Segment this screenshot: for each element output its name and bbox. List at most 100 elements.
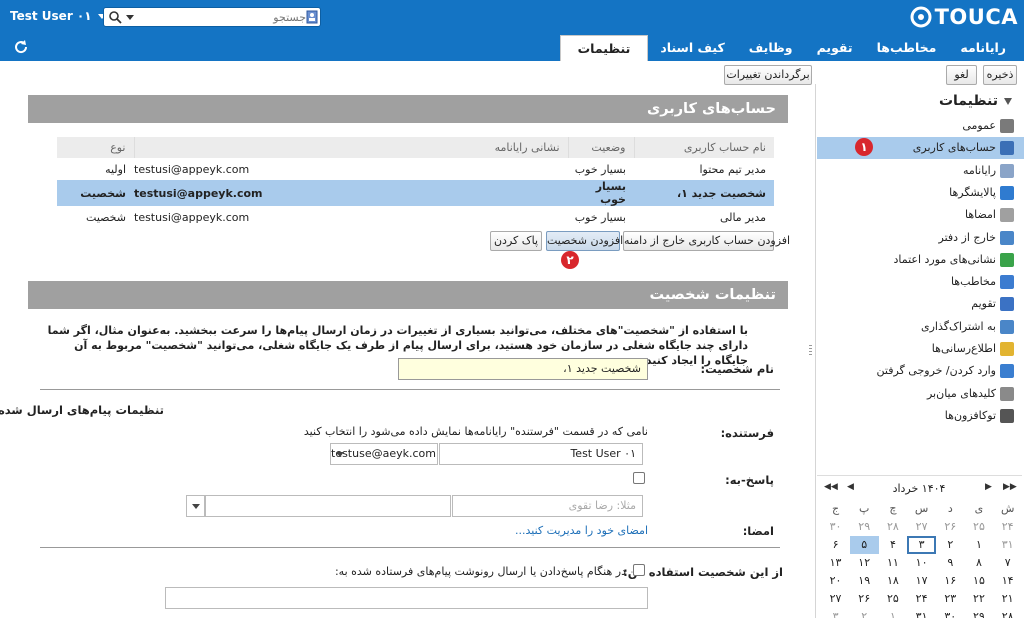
calendar-day[interactable]: ۱۷ (907, 572, 936, 590)
calendar-day[interactable]: ۱ (965, 536, 994, 554)
col-header-email[interactable]: نشانی رایانامه (133, 137, 568, 158)
calendar-day[interactable]: ۱ (879, 608, 908, 618)
calendar-day[interactable]: ۳۱ (907, 608, 936, 618)
calendar-day[interactable]: ۲۸ (879, 518, 908, 536)
use-persona-checkbox[interactable] (633, 564, 645, 576)
sidebar-item-13[interactable]: توکافزون‌ها (817, 405, 1024, 427)
sidebar-item-5[interactable]: خارج از دفتر (817, 227, 1024, 249)
next-year-icon[interactable]: ▶▶ (1003, 482, 1017, 492)
from-email-select[interactable]: testuse@aeyk.com (330, 443, 438, 465)
chevron-down-icon[interactable] (192, 504, 200, 509)
sidebar-item-3[interactable]: پالایشگرها (817, 182, 1024, 204)
col-header-type[interactable]: نوع (57, 137, 134, 158)
persona-name-field[interactable]: شخصیت جدید ۱، (398, 358, 648, 380)
calendar-day[interactable]: ۲۵ (879, 590, 908, 608)
calendar-day[interactable]: ۲ (936, 536, 965, 554)
calendar-day[interactable]: ۲۹ (850, 518, 879, 536)
sidebar-item-8[interactable]: تقویم (817, 293, 1024, 315)
manage-signature-link[interactable]: امضای خود را مدیریت کنید... (515, 524, 648, 537)
sidebar-item-9[interactable]: به اشتراک‌گذاری (817, 316, 1024, 338)
calendar-day[interactable]: ۲۳ (936, 590, 965, 608)
add-persona-button[interactable]: افزودن شخصیت (546, 231, 623, 251)
user-menu[interactable]: Test User ۰۱ (10, 9, 106, 23)
sidebar-item-1[interactable]: حساب‌های کاربری (817, 137, 1024, 160)
calendar-day[interactable]: ۲۴ (993, 518, 1022, 536)
tab-1[interactable]: مخاطب‌ها (865, 34, 949, 61)
revert-changes-button[interactable]: برگرداندن تغییرات (724, 65, 812, 85)
save-button[interactable]: ذخیره (983, 65, 1017, 85)
sidebar-item-4[interactable]: امضاها (817, 204, 1024, 226)
refresh-icon[interactable] (13, 39, 29, 55)
calendar-day[interactable]: ۱۲ (850, 554, 879, 572)
calendar-day[interactable]: ۶ (821, 536, 850, 554)
calendar-day[interactable]: ۱۱ (879, 554, 908, 572)
calendar-day[interactable]: ۱۳ (821, 554, 850, 572)
calendar-day[interactable]: ۸ (965, 554, 994, 572)
sidebar-item-12[interactable]: کلیدهای میان‌بر (817, 383, 1024, 405)
calendar-day[interactable]: ۲۶ (850, 590, 879, 608)
tab-2[interactable]: تقویم (805, 34, 865, 61)
table-row[interactable]: شخصیت جدید ۱، بسیار خوب testusi@appeyk.com… (57, 180, 774, 206)
sidebar-item-6[interactable]: نشانی‌های مورد اعتماد (817, 249, 1024, 271)
search-input[interactable] (138, 9, 306, 25)
calendar-day[interactable]: ۱۰ (907, 554, 936, 572)
splitter-handle[interactable] (809, 345, 812, 359)
reply-to-checkbox[interactable] (633, 472, 645, 484)
sidebar-item-10[interactable]: اطلاع‌رسانی‌ها (817, 338, 1024, 360)
calendar-day[interactable]: ۱۵ (965, 572, 994, 590)
search-type-icon[interactable] (306, 10, 318, 24)
calendar-day[interactable]: ۲ (850, 608, 879, 618)
calendar-day[interactable]: ۷ (993, 554, 1022, 572)
calendar-day[interactable]: ۲۴ (907, 590, 936, 608)
calendar-day[interactable]: ۲۷ (821, 590, 850, 608)
sidebar-item-7[interactable]: مخاطب‌ها (817, 271, 1024, 293)
search-box[interactable] (103, 7, 321, 27)
tab-0[interactable]: رایانامه (948, 34, 1018, 61)
calendar-day[interactable]: ۳۰ (936, 608, 965, 618)
prev-year-icon[interactable]: ◀◀ (824, 482, 838, 492)
calendar-day[interactable]: ۴ (879, 536, 908, 554)
table-row[interactable]: مدیر تیم محتوا بسیار خوب testusi@appeyk.co… (57, 158, 774, 180)
add-external-account-button[interactable]: افزودن حساب کاربری خارج از دامنه (623, 231, 790, 251)
col-header-name[interactable]: نام حساب کاربری (633, 137, 774, 158)
cancel-button[interactable]: لغو (946, 65, 977, 85)
calendar-day[interactable]: ۱۴ (993, 572, 1022, 590)
reply-to-dropdown[interactable] (186, 495, 205, 517)
calendar-day[interactable]: ۱۶ (936, 572, 965, 590)
calendar-day[interactable]: ۲۶ (936, 518, 965, 536)
sidebar-title[interactable]: تنظیمات (939, 93, 1012, 109)
prev-month-icon[interactable]: ◀ (847, 482, 854, 492)
calendar-day[interactable]: ۲۹ (965, 608, 994, 618)
search-scope-dropdown-icon[interactable] (126, 15, 134, 20)
tab-4[interactable]: کیف اسناد (648, 34, 736, 61)
calendar-day[interactable]: ۲۵ (965, 518, 994, 536)
sidebar-item-0[interactable]: عمومی (817, 115, 1024, 137)
tab-3[interactable]: وظایف (737, 34, 805, 61)
calendar-day[interactable]: ۵ (849, 536, 879, 554)
col-header-status[interactable]: وضعیت (567, 137, 634, 158)
delete-button[interactable]: پاک کردن (490, 231, 542, 251)
calendar-day[interactable]: ۳ (907, 536, 936, 554)
chevron-down-icon[interactable] (336, 452, 344, 457)
sidebar-item-2[interactable]: رایانامه (817, 160, 1024, 182)
use-persona-addresses-field[interactable] (165, 587, 648, 609)
calendar-day[interactable]: ۲۰ (821, 572, 850, 590)
from-name-field[interactable]: Test User ۰۱ (439, 443, 643, 465)
calendar-day[interactable]: ۱۸ (879, 572, 908, 590)
calendar-day[interactable]: ۳۱ (993, 536, 1022, 554)
calendar-day[interactable]: ۲۸ (993, 608, 1022, 618)
calendar-day[interactable]: ۲۱ (993, 590, 1022, 608)
search-icon[interactable] (108, 10, 122, 24)
calendar-day[interactable]: ۳۰ (821, 518, 850, 536)
table-row[interactable]: مدیر مالی بسیار خوب testusi@appeyk.com شخصی… (57, 206, 774, 228)
calendar-day[interactable]: ۲۲ (965, 590, 994, 608)
tab-5[interactable]: تنظیمات (559, 35, 649, 61)
reply-to-email-field[interactable] (205, 495, 451, 517)
calendar-day[interactable]: ۳ (821, 608, 850, 618)
collapse-icon[interactable] (1004, 97, 1012, 105)
calendar-day[interactable]: ۱۹ (850, 572, 879, 590)
sidebar-item-11[interactable]: وارد کردن/ خروجی گرفتن (817, 360, 1024, 382)
calendar-day[interactable]: ۲۷ (907, 518, 936, 536)
calendar-day[interactable]: ۹ (936, 554, 965, 572)
next-month-icon[interactable]: ▶ (985, 482, 992, 492)
